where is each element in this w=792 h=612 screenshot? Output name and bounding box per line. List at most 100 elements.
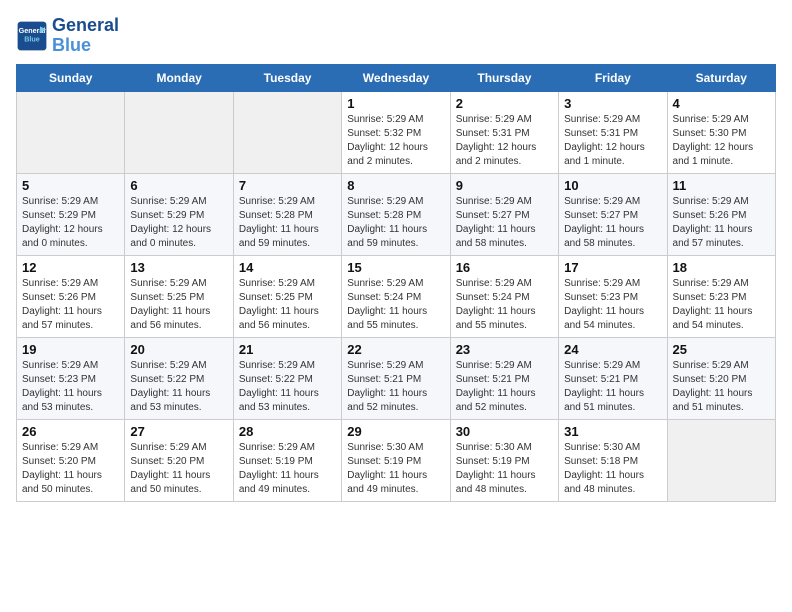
calendar-cell: 16 Sunrise: 5:29 AMSunset: 5:24 PMDayligh… <box>450 255 558 337</box>
day-info: Sunrise: 5:30 AMSunset: 5:18 PMDaylight:… <box>564 441 661 497</box>
day-info: Sunrise: 5:29 AMSunset: 5:25 PMDaylight:… <box>130 277 227 333</box>
weekday-header-monday: Monday <box>125 64 233 91</box>
day-info: Sunrise: 5:29 AMSunset: 5:22 PMDaylight:… <box>130 359 227 415</box>
calendar-cell: 5Sunrise: 5:29 AMSunset: 5:29 PMDaylight… <box>17 173 125 255</box>
calendar-cell: 22 Sunrise: 5:29 AMSunset: 5:21 PMDayligh… <box>342 337 450 419</box>
day-number: 22 <box>347 342 444 357</box>
day-number: 29 <box>347 424 444 439</box>
calendar-table: SundayMondayTuesdayWednesdayThursdayFrid… <box>16 64 776 502</box>
day-info: Sunrise: 5:29 AMSunset: 5:23 PMDaylight:… <box>673 277 770 333</box>
calendar-cell: 10Sunrise: 5:29 AMSunset: 5:27 PMDayligh… <box>559 173 667 255</box>
weekday-header-friday: Friday <box>559 64 667 91</box>
calendar-cell: 28 Sunrise: 5:29 AMSunset: 5:19 PMDayligh… <box>233 419 341 501</box>
day-number: 4 <box>673 96 770 111</box>
day-info: Sunrise: 5:29 AMSunset: 5:28 PMDaylight:… <box>347 195 444 251</box>
page-header: General Blue GeneralBlue <box>16 16 776 56</box>
weekday-header-sunday: Sunday <box>17 64 125 91</box>
weekday-header-saturday: Saturday <box>667 64 775 91</box>
calendar-cell: 26 Sunrise: 5:29 AMSunset: 5:20 PMDayligh… <box>17 419 125 501</box>
day-number: 27 <box>130 424 227 439</box>
day-info: Sunrise: 5:29 AMSunset: 5:25 PMDaylight:… <box>239 277 336 333</box>
weekday-header-thursday: Thursday <box>450 64 558 91</box>
logo-text: GeneralBlue <box>52 16 119 56</box>
day-number: 31 <box>564 424 661 439</box>
calendar-week-row: 1 Sunrise: 5:29 AMSunset: 5:32 PMDaylight… <box>17 91 776 173</box>
logo-icon: General Blue <box>16 20 48 52</box>
calendar-week-row: 26 Sunrise: 5:29 AMSunset: 5:20 PMDayligh… <box>17 419 776 501</box>
day-info: Sunrise: 5:29 AMSunset: 5:21 PMDaylight:… <box>564 359 661 415</box>
day-number: 9 <box>456 178 553 193</box>
calendar-cell: 4 Sunrise: 5:29 AMSunset: 5:30 PMDaylight… <box>667 91 775 173</box>
calendar-cell: 1 Sunrise: 5:29 AMSunset: 5:32 PMDaylight… <box>342 91 450 173</box>
calendar-week-row: 12 Sunrise: 5:29 AMSunset: 5:26 PMDayligh… <box>17 255 776 337</box>
day-number: 16 <box>456 260 553 275</box>
day-info: Sunrise: 5:29 AMSunset: 5:29 PMDaylight:… <box>130 195 227 251</box>
calendar-cell: 18Sunrise: 5:29 AMSunset: 5:23 PMDayligh… <box>667 255 775 337</box>
day-number: 24 <box>564 342 661 357</box>
day-info: Sunrise: 5:29 AMSunset: 5:19 PMDaylight:… <box>239 441 336 497</box>
day-number: 1 <box>347 96 444 111</box>
logo: General Blue GeneralBlue <box>16 16 119 56</box>
day-number: 12 <box>22 260 119 275</box>
day-info: Sunrise: 5:29 AMSunset: 5:23 PMDaylight:… <box>564 277 661 333</box>
day-number: 25 <box>673 342 770 357</box>
calendar-cell: 29 Sunrise: 5:30 AMSunset: 5:19 PMDayligh… <box>342 419 450 501</box>
day-number: 14 <box>239 260 336 275</box>
calendar-cell: 7 Sunrise: 5:29 AMSunset: 5:28 PMDaylight… <box>233 173 341 255</box>
weekday-header-wednesday: Wednesday <box>342 64 450 91</box>
calendar-body: 1 Sunrise: 5:29 AMSunset: 5:32 PMDaylight… <box>17 91 776 501</box>
day-info: Sunrise: 5:29 AMSunset: 5:21 PMDaylight:… <box>456 359 553 415</box>
day-number: 5 <box>22 178 119 193</box>
day-info: Sunrise: 5:29 AMSunset: 5:24 PMDaylight:… <box>347 277 444 333</box>
calendar-week-row: 19Sunrise: 5:29 AMSunset: 5:23 PMDayligh… <box>17 337 776 419</box>
day-number: 28 <box>239 424 336 439</box>
calendar-cell <box>233 91 341 173</box>
calendar-cell: 19Sunrise: 5:29 AMSunset: 5:23 PMDayligh… <box>17 337 125 419</box>
svg-text:Blue: Blue <box>24 34 40 43</box>
day-number: 7 <box>239 178 336 193</box>
day-number: 6 <box>130 178 227 193</box>
calendar-cell: 8 Sunrise: 5:29 AMSunset: 5:28 PMDaylight… <box>342 173 450 255</box>
calendar-cell <box>17 91 125 173</box>
day-number: 10 <box>564 178 661 193</box>
day-info: Sunrise: 5:29 AMSunset: 5:20 PMDaylight:… <box>673 359 770 415</box>
day-number: 20 <box>130 342 227 357</box>
day-info: Sunrise: 5:29 AMSunset: 5:26 PMDaylight:… <box>22 277 119 333</box>
day-number: 26 <box>22 424 119 439</box>
calendar-week-row: 5 Sunrise: 5:29 AMSunset: 5:29 PMDaylight… <box>17 173 776 255</box>
calendar-cell: 12 Sunrise: 5:29 AMSunset: 5:26 PMDayligh… <box>17 255 125 337</box>
calendar-cell: 13Sunrise: 5:29 AMSunset: 5:25 PMDayligh… <box>125 255 233 337</box>
calendar-cell: 30Sunrise: 5:30 AMSunset: 5:19 PMDayligh… <box>450 419 558 501</box>
day-info: Sunrise: 5:29 AMSunset: 5:30 PMDaylight:… <box>673 113 770 169</box>
day-info: Sunrise: 5:30 AMSunset: 5:19 PMDaylight:… <box>456 441 553 497</box>
day-number: 11 <box>673 178 770 193</box>
day-info: Sunrise: 5:29 AMSunset: 5:31 PMDaylight:… <box>564 113 661 169</box>
calendar-cell: 15Sunrise: 5:29 AMSunset: 5:24 PMDayligh… <box>342 255 450 337</box>
day-number: 8 <box>347 178 444 193</box>
day-info: Sunrise: 5:29 AMSunset: 5:23 PMDaylight:… <box>22 359 119 415</box>
calendar-header-row: SundayMondayTuesdayWednesdayThursdayFrid… <box>17 64 776 91</box>
day-number: 21 <box>239 342 336 357</box>
calendar-cell: 6 Sunrise: 5:29 AMSunset: 5:29 PMDaylight… <box>125 173 233 255</box>
calendar-cell: 11 Sunrise: 5:29 AMSunset: 5:26 PMDayligh… <box>667 173 775 255</box>
calendar-cell: 23Sunrise: 5:29 AMSunset: 5:21 PMDayligh… <box>450 337 558 419</box>
calendar-cell: 21Sunrise: 5:29 AMSunset: 5:22 PMDayligh… <box>233 337 341 419</box>
calendar-cell: 31 Sunrise: 5:30 AMSunset: 5:18 PMDayligh… <box>559 419 667 501</box>
day-info: Sunrise: 5:29 AMSunset: 5:26 PMDaylight:… <box>673 195 770 251</box>
calendar-cell <box>125 91 233 173</box>
day-info: Sunrise: 5:29 AMSunset: 5:21 PMDaylight:… <box>347 359 444 415</box>
calendar-cell: 24 Sunrise: 5:29 AMSunset: 5:21 PMDayligh… <box>559 337 667 419</box>
calendar-cell: 14 Sunrise: 5:29 AMSunset: 5:25 PMDayligh… <box>233 255 341 337</box>
calendar-cell: 27 Sunrise: 5:29 AMSunset: 5:20 PMDayligh… <box>125 419 233 501</box>
day-info: Sunrise: 5:29 AMSunset: 5:20 PMDaylight:… <box>22 441 119 497</box>
calendar-cell: 17 Sunrise: 5:29 AMSunset: 5:23 PMDayligh… <box>559 255 667 337</box>
day-info: Sunrise: 5:29 AMSunset: 5:27 PMDaylight:… <box>456 195 553 251</box>
day-info: Sunrise: 5:29 AMSunset: 5:32 PMDaylight:… <box>347 113 444 169</box>
calendar-cell: 9 Sunrise: 5:29 AMSunset: 5:27 PMDaylight… <box>450 173 558 255</box>
day-info: Sunrise: 5:30 AMSunset: 5:19 PMDaylight:… <box>347 441 444 497</box>
day-info: Sunrise: 5:29 AMSunset: 5:28 PMDaylight:… <box>239 195 336 251</box>
day-info: Sunrise: 5:29 AMSunset: 5:24 PMDaylight:… <box>456 277 553 333</box>
day-number: 17 <box>564 260 661 275</box>
calendar-cell: 25 Sunrise: 5:29 AMSunset: 5:20 PMDayligh… <box>667 337 775 419</box>
day-info: Sunrise: 5:29 AMSunset: 5:20 PMDaylight:… <box>130 441 227 497</box>
